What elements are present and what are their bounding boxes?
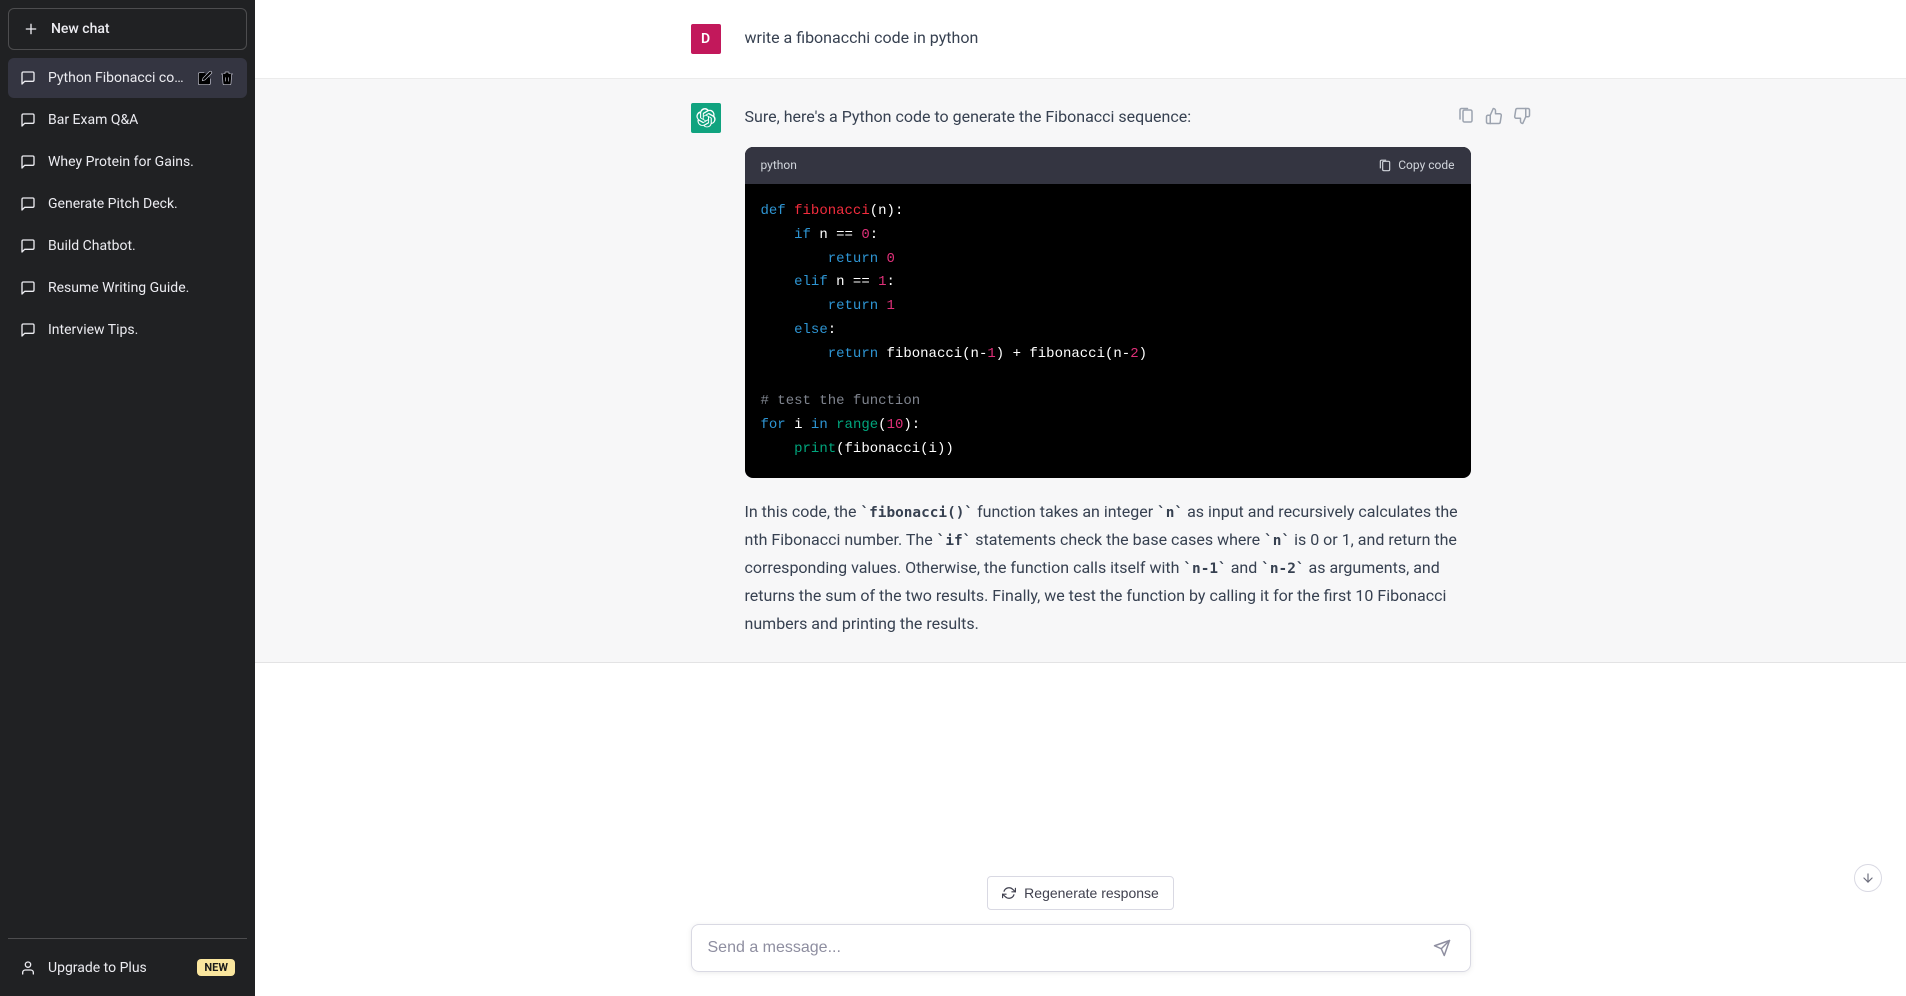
sidebar-item-chatbot[interactable]: Build Chatbot. bbox=[8, 226, 247, 266]
code-header: python Copy code bbox=[745, 147, 1471, 184]
code-content: def fibonacci(n): if n == 0: return 0 el… bbox=[745, 184, 1471, 478]
message-composer bbox=[691, 924, 1471, 972]
new-chat-button[interactable]: New chat bbox=[8, 8, 247, 50]
assistant-content: Sure, here's a Python code to generate t… bbox=[745, 103, 1471, 638]
regenerate-label: Regenerate response bbox=[1024, 885, 1159, 901]
message-input[interactable] bbox=[708, 939, 1420, 957]
chat-icon bbox=[20, 322, 36, 338]
clipboard-icon[interactable] bbox=[1457, 107, 1475, 125]
edit-icon[interactable] bbox=[197, 70, 213, 86]
sidebar-item-label: Build Chatbot. bbox=[48, 238, 235, 254]
inline-code: `n` bbox=[1264, 533, 1290, 549]
clipboard-icon bbox=[1378, 159, 1392, 173]
main-area: D write a fibonacchi code in python Sure… bbox=[255, 0, 1906, 996]
sidebar-item-resume[interactable]: Resume Writing Guide. bbox=[8, 268, 247, 308]
upgrade-button[interactable]: Upgrade to Plus NEW bbox=[8, 947, 247, 988]
assistant-avatar bbox=[691, 103, 721, 133]
plus-icon bbox=[23, 21, 39, 37]
thumbs-up-icon[interactable] bbox=[1485, 107, 1503, 125]
sidebar-footer: Upgrade to Plus NEW bbox=[8, 938, 247, 988]
code-language-label: python bbox=[761, 155, 797, 176]
send-button[interactable] bbox=[1426, 932, 1458, 964]
user-avatar: D bbox=[691, 24, 721, 54]
sidebar-item-interview[interactable]: Interview Tips. bbox=[8, 310, 247, 350]
thumbs-down-icon[interactable] bbox=[1513, 107, 1531, 125]
arrow-down-icon bbox=[1861, 871, 1875, 885]
sidebar-item-label: Bar Exam Q&A bbox=[48, 112, 235, 128]
chat-icon bbox=[20, 112, 36, 128]
openai-icon bbox=[696, 108, 716, 128]
sidebar-item-label: Python Fibonacci code. bbox=[48, 70, 185, 86]
refresh-icon bbox=[1002, 886, 1016, 900]
sidebar-item-label: Whey Protein for Gains. bbox=[48, 154, 235, 170]
new-badge: NEW bbox=[197, 959, 235, 976]
copy-code-button[interactable]: Copy code bbox=[1378, 155, 1454, 176]
copy-code-label: Copy code bbox=[1398, 155, 1454, 176]
inline-code: `n` bbox=[1157, 505, 1183, 521]
user-icon bbox=[20, 960, 36, 976]
sidebar-item-label: Generate Pitch Deck. bbox=[48, 196, 235, 212]
chat-icon bbox=[20, 70, 36, 86]
inline-code: `n-2` bbox=[1261, 561, 1304, 577]
sidebar-item-pitch-deck[interactable]: Generate Pitch Deck. bbox=[8, 184, 247, 224]
sidebar: New chat Python Fibonacci code. Bar Exam… bbox=[0, 0, 255, 996]
conversation-scroll[interactable]: D write a fibonacchi code in python Sure… bbox=[255, 0, 1906, 852]
assistant-intro-text: Sure, here's a Python code to generate t… bbox=[745, 103, 1471, 131]
sidebar-item-bar-exam[interactable]: Bar Exam Q&A bbox=[8, 100, 247, 140]
sidebar-item-whey-protein[interactable]: Whey Protein for Gains. bbox=[8, 142, 247, 182]
message-assistant: Sure, here's a Python code to generate t… bbox=[255, 79, 1906, 663]
chat-icon bbox=[20, 154, 36, 170]
composer-area: Regenerate response bbox=[255, 852, 1906, 996]
sidebar-item-label: Interview Tips. bbox=[48, 322, 235, 338]
code-block: python Copy code def fibonacci(n): if n … bbox=[745, 147, 1471, 478]
regenerate-button[interactable]: Regenerate response bbox=[987, 876, 1174, 910]
message-actions bbox=[1457, 107, 1531, 125]
inline-code: `n-1` bbox=[1183, 561, 1226, 577]
inline-code: `fibonacci()` bbox=[860, 505, 973, 521]
scroll-to-bottom-button[interactable] bbox=[1854, 864, 1882, 892]
user-message-text: write a fibonacchi code in python bbox=[745, 24, 1471, 54]
upgrade-label: Upgrade to Plus bbox=[48, 960, 147, 976]
chat-list: Python Fibonacci code. Bar Exam Q&A Whey… bbox=[8, 58, 247, 938]
chat-icon bbox=[20, 238, 36, 254]
chat-icon bbox=[20, 280, 36, 296]
chat-icon bbox=[20, 196, 36, 212]
new-chat-label: New chat bbox=[51, 21, 110, 37]
message-user: D write a fibonacchi code in python bbox=[255, 0, 1906, 79]
assistant-explanation: In this code, the `fibonacci()` function… bbox=[745, 498, 1471, 639]
trash-icon[interactable] bbox=[219, 70, 235, 86]
sidebar-item-label: Resume Writing Guide. bbox=[48, 280, 235, 296]
send-icon bbox=[1433, 939, 1451, 957]
sidebar-item-fibonacci[interactable]: Python Fibonacci code. bbox=[8, 58, 247, 98]
inline-code: `if` bbox=[937, 533, 972, 549]
